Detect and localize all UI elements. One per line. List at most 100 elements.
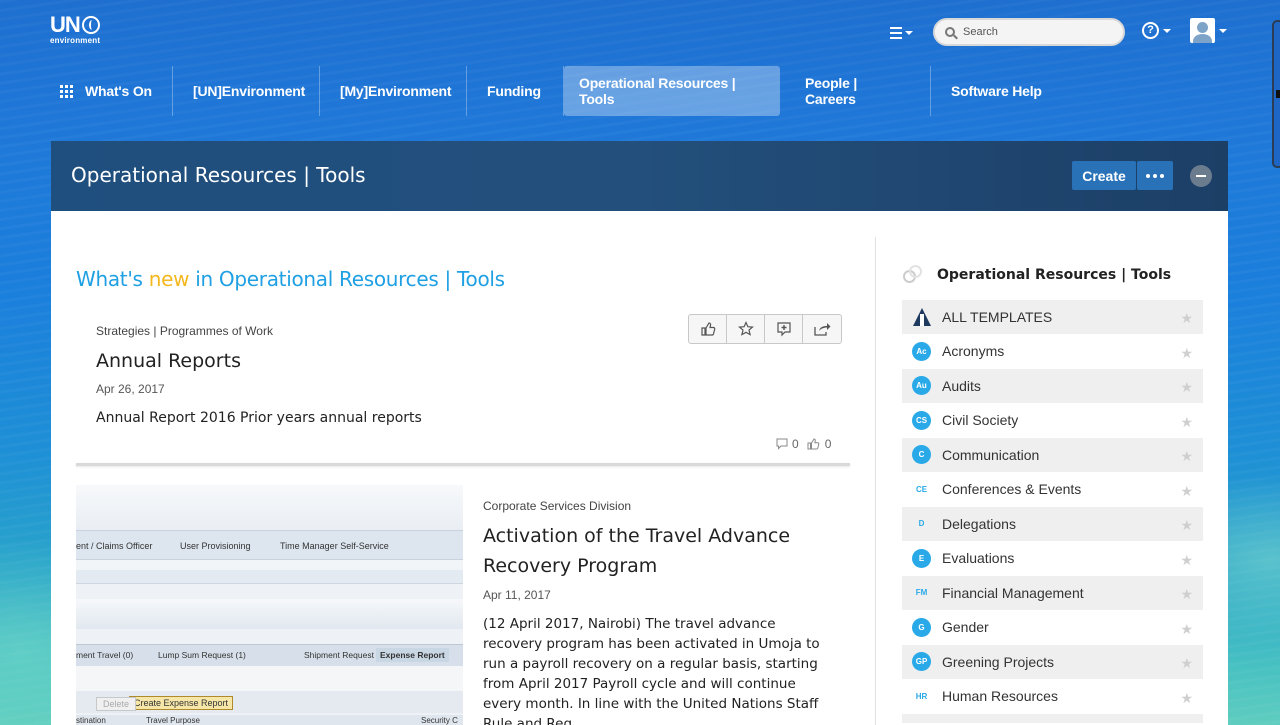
post-title[interactable]: Annual Reports xyxy=(96,350,241,372)
nav-label: [UN]Environment xyxy=(193,83,306,99)
template-label: Conferences & Events xyxy=(942,481,1082,498)
star-icon[interactable]: ★ xyxy=(1180,379,1193,396)
template-item[interactable]: G Gender ★ xyxy=(902,611,1203,645)
template-badge-icon: FM xyxy=(912,583,931,603)
star-icon[interactable]: ★ xyxy=(1180,310,1193,327)
caret-down-icon xyxy=(1219,28,1227,33)
un-environment-logo[interactable]: UN environment xyxy=(50,14,100,46)
template-item[interactable]: CS Civil Society ★ xyxy=(902,404,1203,438)
like-button[interactable] xyxy=(689,315,727,343)
template-item[interactable]: Ac Acronyms ★ xyxy=(902,335,1203,369)
template-badge-icon: Ac xyxy=(912,341,931,361)
side-drawer-handle[interactable] xyxy=(1272,20,1280,168)
post-category[interactable]: Strategies | Programmes of Work xyxy=(96,324,273,338)
template-item[interactable]: C Communication ★ xyxy=(902,438,1203,473)
share-button[interactable] xyxy=(803,315,841,343)
thumbs-up-icon xyxy=(700,322,715,336)
template-item[interactable]: FM Financial Management ★ xyxy=(902,576,1203,611)
grid-icon xyxy=(60,84,73,98)
template-item[interactable]: GP Greening Projects ★ xyxy=(902,645,1203,680)
help-icon: ? xyxy=(1142,22,1159,39)
post-date: Apr 26, 2017 xyxy=(96,382,165,396)
globe-icon xyxy=(81,16,100,34)
nav-label: People | Careers xyxy=(805,75,858,107)
post-stats: 0 0 xyxy=(776,437,831,451)
template-item[interactable]: Au Audits ★ xyxy=(902,369,1203,404)
list-icon xyxy=(890,27,902,39)
user-menu-button[interactable] xyxy=(1190,18,1227,43)
star-icon[interactable]: ★ xyxy=(1180,690,1193,707)
nav-item-un-environment[interactable]: [UN]Environment xyxy=(173,66,320,116)
screenshot-tab-label: ment Travel (0) xyxy=(76,650,134,660)
caret-down-icon xyxy=(1163,28,1171,33)
search-box[interactable] xyxy=(933,18,1125,46)
screenshot-button-label: Create Expense Report xyxy=(129,696,234,710)
screenshot-tab-label: User Provisioning xyxy=(180,541,251,551)
template-item[interactable]: E Evaluations ★ xyxy=(902,542,1203,576)
screenshot-tab-label: Time Manager Self-Service xyxy=(280,541,389,551)
post-separator xyxy=(76,463,850,466)
comment-add-icon xyxy=(776,322,791,337)
template-badge-icon: GP xyxy=(912,652,931,672)
collapse-button[interactable] xyxy=(1190,165,1212,187)
star-icon[interactable]: ★ xyxy=(1180,552,1193,569)
screenshot-column-label: Security C xyxy=(421,716,458,725)
nav-item-software-help[interactable]: Software Help xyxy=(931,66,1071,116)
more-options-button[interactable] xyxy=(1137,161,1173,190)
screenshot-column-label: Travel Purpose xyxy=(146,716,200,725)
template-badge-icon: D xyxy=(912,514,931,534)
star-icon[interactable]: ★ xyxy=(1180,655,1193,672)
template-badge-icon: HR xyxy=(912,686,931,706)
logo-text: UN xyxy=(50,12,81,37)
post-category[interactable]: Corporate Services Division xyxy=(483,499,631,513)
help-menu-button[interactable]: ? xyxy=(1142,22,1171,39)
template-item[interactable]: D Delegations ★ xyxy=(902,507,1203,542)
template-item[interactable]: CE Conferences & Events ★ xyxy=(902,473,1203,507)
content-panel: What's new in Operational Resources | To… xyxy=(51,211,1228,725)
template-label: Human Resources xyxy=(942,688,1058,705)
all-templates-icon xyxy=(912,307,932,327)
nav-label: Operational Resources | Tools xyxy=(579,75,736,107)
favorite-button[interactable] xyxy=(727,315,765,343)
star-icon xyxy=(737,321,754,336)
nav-item-my-environment[interactable]: [My]Environment xyxy=(320,66,467,116)
star-icon[interactable]: ★ xyxy=(1180,414,1193,431)
comment-button[interactable] xyxy=(765,315,803,343)
nav-item-operational-resources[interactable]: Operational Resources | Tools xyxy=(564,66,780,116)
nav-label: Funding xyxy=(487,83,541,99)
thumbs-up-icon xyxy=(807,438,820,450)
list-menu-button[interactable] xyxy=(890,24,920,42)
template-badge-icon: Au xyxy=(912,376,931,396)
post-excerpt: (12 April 2017, Nairobi) The travel adva… xyxy=(483,616,820,725)
place-icon xyxy=(903,265,923,285)
column-divider xyxy=(875,237,876,725)
nav-item-funding[interactable]: Funding xyxy=(467,66,564,116)
template-label: Audits xyxy=(942,377,981,394)
nav-item-people-careers[interactable]: People | Careers xyxy=(785,66,931,116)
nav-label: What's On xyxy=(85,83,152,99)
star-icon[interactable]: ★ xyxy=(1180,345,1193,362)
star-icon[interactable]: ★ xyxy=(1180,448,1193,465)
template-item[interactable]: HR Human Resources ★ xyxy=(902,680,1203,714)
star-icon[interactable]: ★ xyxy=(1180,483,1193,500)
template-label: Communication xyxy=(942,446,1040,463)
star-icon[interactable]: ★ xyxy=(1180,586,1193,603)
share-icon xyxy=(814,323,831,336)
post-title[interactable]: Activation of the Travel Advance Recover… xyxy=(483,521,843,581)
star-icon[interactable]: ★ xyxy=(1180,517,1193,534)
screenshot-tab-label: Lump Sum Request (1) xyxy=(158,650,246,660)
template-item-all[interactable]: ALL TEMPLATES ★ xyxy=(902,300,1203,335)
post-thumbnail[interactable]: ent / Claims Officer User Provisioning T… xyxy=(76,479,463,725)
star-icon[interactable]: ★ xyxy=(1180,621,1193,638)
nav-item-whats-on[interactable]: What's On xyxy=(50,66,173,116)
template-label: Financial Management xyxy=(942,584,1084,601)
create-button[interactable]: Create xyxy=(1072,161,1136,190)
screenshot-tab-label: Shipment Request (0) xyxy=(304,650,387,660)
search-icon xyxy=(945,27,955,37)
feed-post: Strategies | Programmes of Work Annual R… xyxy=(76,314,851,466)
like-count: 0 xyxy=(824,437,832,451)
screenshot-button-label: Delete xyxy=(96,697,137,711)
template-label: Evaluations xyxy=(942,550,1015,567)
search-input[interactable] xyxy=(963,26,1113,38)
place-header: Operational Resources | Tools Create xyxy=(51,141,1228,211)
